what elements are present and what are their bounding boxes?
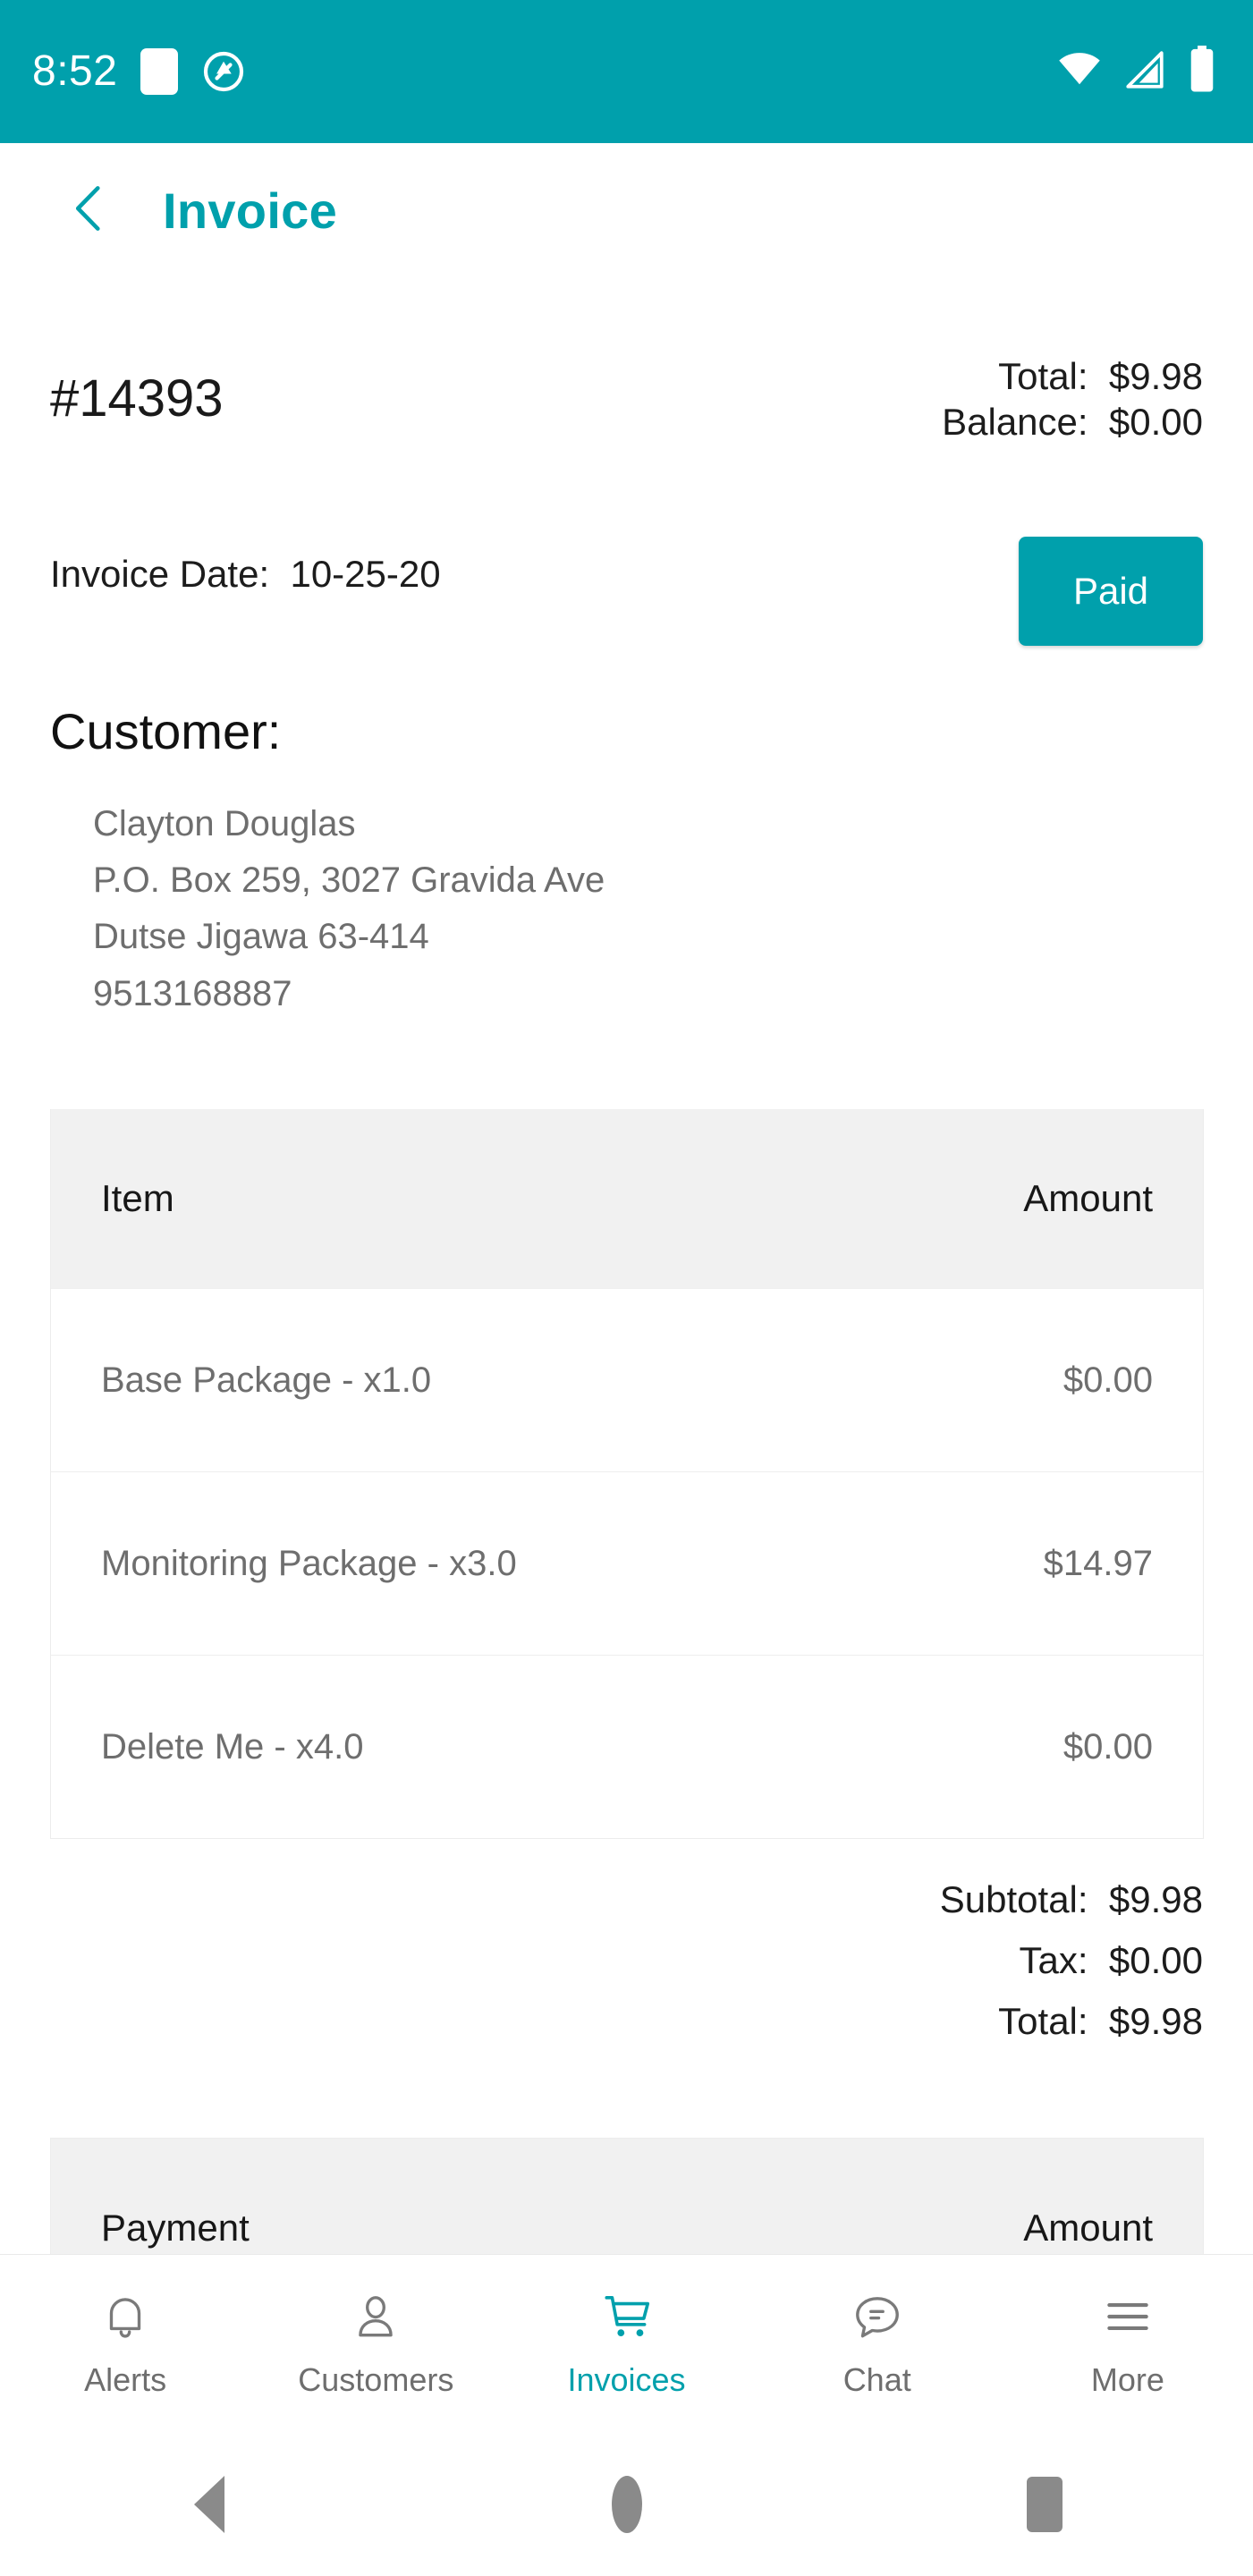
customer-details: Clayton Douglas P.O. Box 259, 3027 Gravi… [93,796,605,1022]
hamburger-menu-icon [1100,2289,1156,2349]
invoice-total: Total: $9.98 [998,355,1203,397]
invoice-date-row: Invoice Date: 10-25-20 Paid [0,537,1253,646]
customer-heading: Customer: [50,703,282,759]
tax-row: Tax: $0.00 [1019,1939,1203,1982]
battery-icon [1187,45,1217,98]
table-row[interactable]: Base Package - x1.0 $0.00 [51,1288,1203,1471]
customer-name: Clayton Douglas [93,804,356,843]
status-bar-left: 8:52 [32,48,246,95]
shopping-cart-icon [599,2289,655,2349]
chat-bubble-icon [850,2289,905,2349]
page-title: Invoice [163,182,338,239]
person-icon [348,2289,403,2349]
column-header-payment-amount: Amount [1023,2207,1153,2249]
system-home-button[interactable] [418,2476,835,2533]
invoice-date: Invoice Date: 10-25-20 [50,553,441,595]
nav-label: Chat [842,2361,911,2398]
items-table: Item Amount Base Package - x1.0 $0.00 Mo… [50,1109,1204,1839]
wifi-icon [1056,47,1103,97]
invoice-screen: 8:52 Invoice #14393 Total: $9.98 Balance… [0,0,1253,2576]
item-name: Monitoring Package - x3.0 [101,1543,517,1583]
invoice-number: #14393 [50,369,224,428]
total-row: Total: $9.98 [998,2000,1203,2043]
status-bar-clock: 8:52 [32,47,118,95]
item-amount: $0.00 [1063,1360,1153,1400]
recents-square-icon [1026,2477,1063,2532]
nav-item-more[interactable]: More [1003,2289,1253,2399]
status-bar: 8:52 [0,0,1253,143]
do-not-disturb-icon [201,49,246,94]
table-row[interactable]: Monitoring Package - x3.0 $14.97 [51,1471,1203,1655]
system-back-button[interactable] [0,2476,418,2533]
invoice-balance: Balance: $0.00 [942,401,1203,444]
cellular-signal-icon [1122,47,1167,97]
nav-label: Alerts [84,2361,167,2398]
nav-label: More [1090,2361,1164,2398]
screenshot-square-icon [140,48,179,95]
nav-label: Invoices [567,2361,686,2398]
status-bar-right [1056,45,1217,98]
column-header-item: Item [101,1177,174,1219]
item-amount: $0.00 [1063,1726,1153,1767]
column-header-payment: Payment [101,2207,250,2249]
customer-address-line1: P.O. Box 259, 3027 Gravida Ave [93,860,605,901]
back-button[interactable] [36,157,143,264]
totals-summary: Subtotal: $9.98 Tax: $0.00 Total: $9.98 [940,1869,1203,2052]
bottom-navigation: Alerts Customers Invoices Chat More [0,2254,1253,2433]
system-navigation-bar [0,2433,1253,2576]
column-header-amount: Amount [1023,1177,1153,1219]
subtotal-row: Subtotal: $9.98 [939,1878,1203,1920]
back-triangle-icon [193,2476,224,2533]
invoice-amount-summary: Total: $9.98 Balance: $0.00 [942,353,1203,445]
status-badge[interactable]: Paid [1019,537,1203,646]
item-amount: $14.97 [1043,1543,1153,1583]
item-name: Delete Me - x4.0 [101,1726,364,1767]
nav-item-chat[interactable]: Chat [752,2289,1003,2399]
item-name: Base Package - x1.0 [101,1360,432,1400]
nav-label: Customers [298,2361,454,2398]
nav-item-customers[interactable]: Customers [250,2289,501,2399]
chevron-left-icon [61,180,118,242]
app-bar: Invoice [0,143,1253,277]
nav-item-alerts[interactable]: Alerts [0,2289,250,2399]
table-row[interactable]: Delete Me - x4.0 $0.00 [51,1655,1203,1838]
items-table-header: Item Amount [51,1109,1203,1288]
customer-address-line2: Dutse Jigawa 63-414 [93,917,429,957]
bell-icon [97,2289,153,2349]
customer-phone: 9513168887 [93,973,292,1013]
invoice-header: #14393 Total: $9.98 Balance: $0.00 [0,353,1253,445]
home-circle-icon [611,2476,642,2533]
nav-item-invoices[interactable]: Invoices [501,2289,751,2399]
system-recents-button[interactable] [835,2477,1253,2532]
